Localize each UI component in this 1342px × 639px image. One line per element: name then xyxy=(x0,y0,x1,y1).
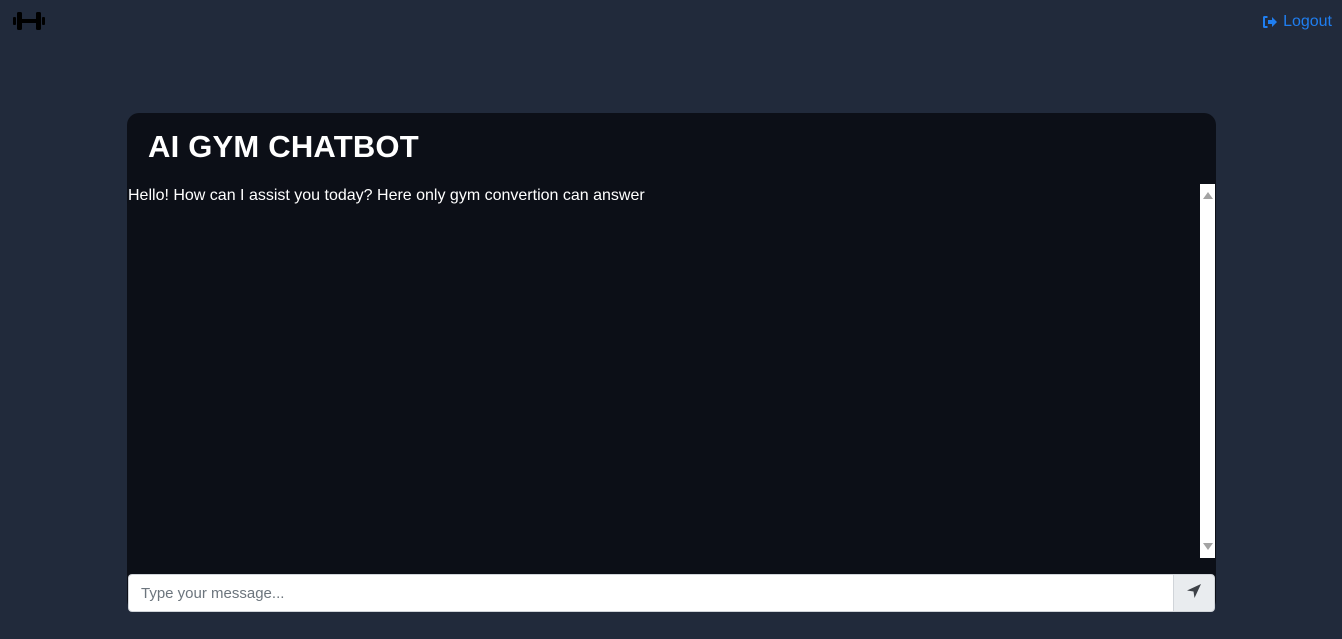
message-input[interactable] xyxy=(128,574,1173,612)
send-button[interactable] xyxy=(1173,574,1215,612)
scroll-up-arrow-icon[interactable] xyxy=(1203,192,1213,199)
chat-messages[interactable]: Hello! How can I assist you today? Here … xyxy=(127,184,1200,558)
dumbbell-icon[interactable] xyxy=(13,10,45,32)
logout-label: Logout xyxy=(1283,13,1332,30)
logout-link[interactable]: Logout xyxy=(1262,13,1332,31)
chat-panel: AI GYM CHATBOT Hello! How can I assist y… xyxy=(127,113,1216,612)
chat-title: AI GYM CHATBOT xyxy=(148,129,419,164)
messages-scrollbar[interactable] xyxy=(1200,184,1215,558)
top-navbar: Logout xyxy=(0,0,1342,44)
sign-out-icon xyxy=(1262,15,1278,29)
paper-plane-icon xyxy=(1186,583,1202,604)
bot-message: Hello! How can I assist you today? Here … xyxy=(128,187,645,204)
scroll-down-arrow-icon[interactable] xyxy=(1203,543,1213,550)
message-input-group xyxy=(128,574,1215,612)
